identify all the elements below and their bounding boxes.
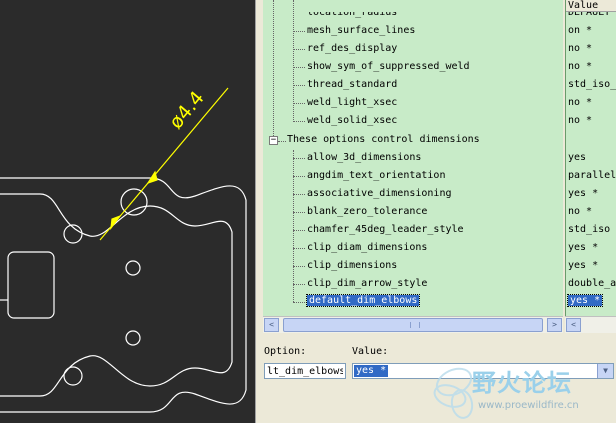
value-horizontal-scrollbar[interactable]: <	[565, 316, 616, 333]
dimension-label: ø4.4	[165, 87, 209, 133]
tree-item[interactable]: associative_dimensioning	[307, 185, 452, 203]
tree-item[interactable]: allow_3d_dimensions	[307, 149, 421, 167]
tree-group-dimensions[interactable]: These options control dimensions	[287, 131, 480, 149]
options-tree[interactable]: location_radius mesh_surface_lines ref_d…	[263, 0, 563, 316]
drawing-viewport[interactable]: ø4.4	[0, 0, 255, 423]
tree-item[interactable]: thread_standard	[307, 76, 397, 94]
scroll-left-button[interactable]: <	[566, 318, 581, 332]
tree-item[interactable]: ref_des_display	[307, 40, 397, 58]
watermark-url: www.proewildfire.cn	[478, 400, 579, 411]
value-cell[interactable]: no *	[568, 112, 592, 130]
diameter-dimension	[99, 87, 229, 241]
scroll-thumb[interactable]	[283, 318, 543, 332]
tree-item[interactable]: mesh_surface_lines	[307, 22, 415, 40]
tree-item[interactable]: chamfer_45deg_leader_style	[307, 221, 464, 239]
tree-item-cut[interactable]: location_radius	[307, 12, 397, 22]
tree-item[interactable]: weld_light_xsec	[307, 94, 397, 112]
value-column-header[interactable]: Value	[566, 0, 616, 12]
value-cell[interactable]: std_iso_	[568, 76, 616, 94]
scroll-left-button[interactable]: <	[264, 318, 279, 332]
value-cell[interactable]: double_a	[568, 275, 616, 293]
drawing-canvas: ø4.4	[0, 87, 247, 413]
hole-small-3	[125, 330, 141, 346]
option-label: Option:	[264, 346, 307, 357]
value-cell[interactable]: no *	[568, 94, 592, 112]
tree-item[interactable]: blank_zero_tolerance	[307, 203, 427, 221]
value-cell[interactable]: yes *	[568, 239, 598, 257]
tree-item-selected[interactable]: default_dim_elbows	[305, 294, 421, 307]
slot-cutout	[7, 251, 55, 319]
pane-splitter[interactable]	[255, 0, 263, 423]
tree-item[interactable]: clip_diam_dimensions	[307, 239, 427, 257]
value-cell[interactable]: yes *	[568, 185, 598, 203]
value-cell[interactable]: std_iso	[568, 221, 610, 239]
value-select-current: yes *	[354, 365, 389, 377]
collapse-icon[interactable]: −	[269, 136, 278, 145]
value-label: Value:	[352, 346, 389, 357]
value-cell[interactable]: no *	[568, 203, 592, 221]
hole-small-4	[63, 366, 83, 386]
value-cell-selected[interactable]: yes *	[566, 294, 604, 307]
value-cell[interactable]: no *	[568, 58, 592, 76]
value-cell[interactable]: on *	[568, 22, 592, 40]
part-inner-outline	[0, 193, 233, 397]
value-cell[interactable]: no *	[568, 40, 592, 58]
dimension-arrow-lower	[110, 214, 122, 231]
value-cell[interactable]: yes	[568, 149, 586, 167]
tree-item[interactable]: weld_solid_xsec	[307, 112, 397, 130]
chevron-down-icon[interactable]: ▼	[597, 364, 613, 378]
tree-item[interactable]: clip_dimensions	[307, 257, 397, 275]
watermark-text: 野火论坛	[472, 369, 572, 397]
tree-item[interactable]: clip_dim_arrow_style	[307, 275, 427, 293]
scroll-right-button[interactable]: >	[547, 318, 562, 332]
value-cell[interactable]: parallel	[568, 167, 616, 185]
value-column: DEFAULT Value on * no * no * std_iso_ no…	[565, 0, 616, 316]
hole-small-2	[125, 260, 141, 276]
tree-item[interactable]: show_sym_of_suppressed_weld	[307, 58, 470, 76]
value-cell[interactable]: yes *	[568, 257, 598, 275]
option-input[interactable]	[264, 363, 346, 379]
tree-horizontal-scrollbar[interactable]: < >	[263, 316, 563, 333]
tree-item[interactable]: angdim_text_orientation	[307, 167, 445, 185]
